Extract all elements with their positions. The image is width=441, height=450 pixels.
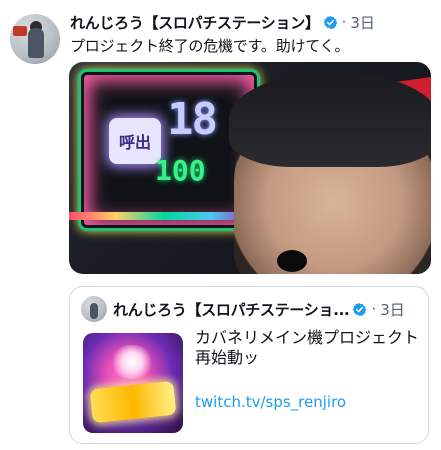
- thumbnail-sparkle: [109, 345, 155, 379]
- avatar-figure: [28, 28, 44, 58]
- card-link[interactable]: twitch.tv/sps_renjiro: [195, 393, 346, 411]
- call-button-label: 呼出: [109, 118, 161, 164]
- quote-tweet-header: れんじろう【スロパチステーショ... · 3日: [113, 299, 405, 319]
- author-avatar[interactable]: [10, 14, 60, 64]
- avatar-sign: [13, 26, 27, 36]
- quote-separator-dot: ·: [371, 300, 377, 318]
- tweet-timestamp[interactable]: 3日: [350, 12, 375, 33]
- card-title[interactable]: カバネリメイン機プロジェクト再始動ッ: [195, 328, 423, 368]
- machine-display-big: 18: [167, 94, 218, 145]
- thumbnail-gold-logo: [89, 380, 177, 424]
- card-thumbnail[interactable]: [83, 333, 183, 433]
- tweet-text: プロジェクト終了の危機です。助けてく。: [70, 37, 350, 55]
- quote-author-avatar[interactable]: [81, 296, 107, 322]
- quote-author-name[interactable]: れんじろう【スロパチステーショ...: [113, 299, 350, 320]
- tweet-photo[interactable]: 呼出 18 100: [69, 62, 431, 274]
- author-name[interactable]: れんじろう【スロパチステーション】: [70, 12, 320, 33]
- tweet-header: れんじろう【スロパチステーション】 · 3日: [70, 12, 375, 32]
- separator-dot: ·: [341, 13, 347, 31]
- microphone: [277, 250, 307, 272]
- led-strip: [69, 212, 259, 220]
- person-hair: [229, 72, 431, 167]
- verified-badge-icon: [352, 302, 367, 316]
- verified-badge-icon: [323, 15, 338, 29]
- machine-display-small: 100: [155, 154, 206, 187]
- quote-timestamp[interactable]: 3日: [380, 299, 405, 320]
